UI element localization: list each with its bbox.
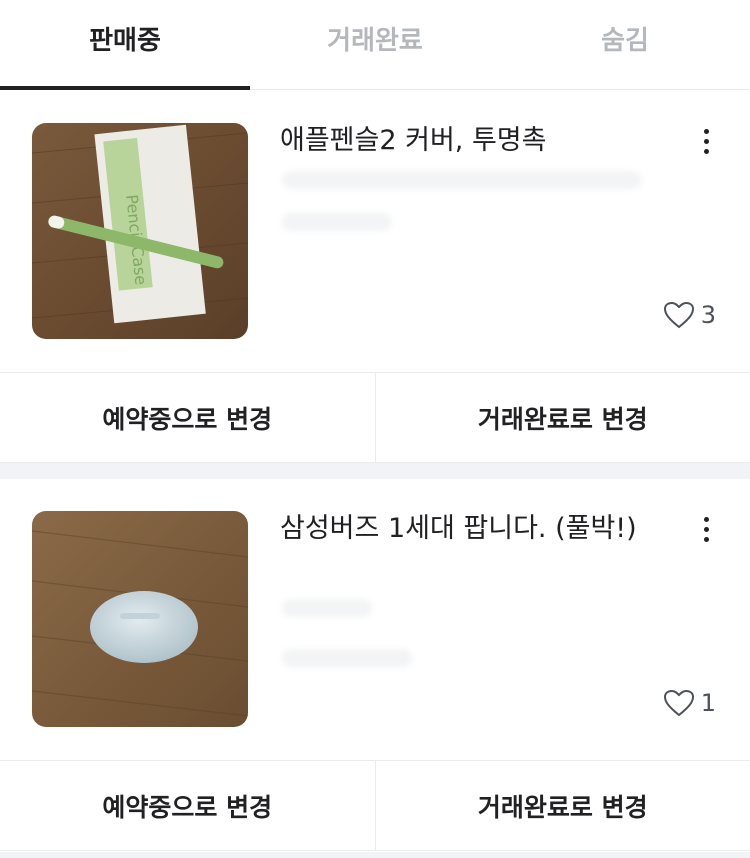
like-count: 3 [663,301,716,329]
mark-completed-button[interactable]: 거래완료로 변경 [374,761,750,850]
tab-completed[interactable]: 거래완료 [250,0,500,90]
blurred-text [282,649,412,667]
status-tabs: 판매중 거래완료 숨김 [0,0,750,90]
like-count-value: 3 [700,301,716,329]
item-actions: 예약중으로 변경 거래완료로 변경 [0,760,750,851]
tab-selling[interactable]: 판매중 [0,0,250,90]
mark-reserved-button[interactable]: 예약중으로 변경 [0,761,375,850]
like-count: 1 [663,689,716,717]
blurred-text [282,213,392,231]
item-title: 삼성버즈 1세대 팝니다. (풀박!) [280,513,637,544]
more-options-icon[interactable] [692,121,720,161]
blurred-text [282,599,372,617]
item-title: 애플펜슬2 커버, 투명촉 [280,125,547,156]
like-count-value: 1 [700,689,716,717]
more-options-icon[interactable] [692,509,720,549]
item-body[interactable]: 삼성버즈 1세대 팝니다. (풀박!) 1 [0,479,750,760]
earbuds-case-photo-icon [32,511,248,727]
blurred-text [282,171,642,189]
item-thumbnail[interactable]: Pencil Case [32,123,248,339]
mark-reserved-button[interactable]: 예약중으로 변경 [0,373,375,462]
item-thumbnail[interactable] [32,511,248,727]
section-divider [0,463,750,479]
pencil-case-photo-icon: Pencil Case [32,123,248,339]
active-tab-indicator [0,86,250,90]
mark-completed-button[interactable]: 거래완료로 변경 [374,373,750,462]
heart-icon [663,689,694,717]
section-divider [0,852,750,858]
heart-icon [663,301,694,329]
item-actions: 예약중으로 변경 거래완료로 변경 [0,372,750,463]
tab-hidden[interactable]: 숨김 [500,0,750,90]
item-body[interactable]: Pencil Case 애플펜슬2 커버, 투명촉 3 [0,91,750,372]
